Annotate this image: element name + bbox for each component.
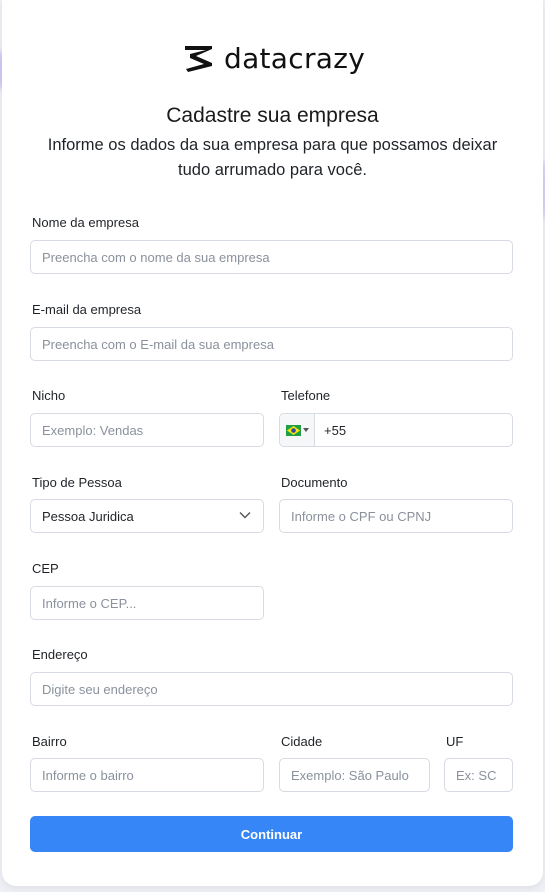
niche-label: Nicho [32, 388, 66, 403]
brand-logo: datacrazy [182, 40, 365, 76]
person-type-select[interactable]: Pessoa Juridica [30, 499, 264, 533]
signup-card: datacrazy Cadastre sua empresa Informe o… [2, 0, 543, 886]
chevron-down-icon [239, 512, 251, 519]
cep-label: CEP [32, 561, 59, 576]
city-placeholder: Exemplo: São Paulo [291, 767, 409, 783]
state-input[interactable]: Ex: SC [444, 758, 513, 792]
page-title: Cadastre sua empresa [166, 104, 379, 127]
document-input[interactable]: Informe o CPF ou CPNJ [279, 499, 513, 533]
company-name-placeholder: Preencha com o nome da sua empresa [42, 249, 270, 265]
page-subtitle: Informe os dados da sua empresa para que… [47, 136, 498, 179]
brand-name: datacrazy [224, 41, 366, 75]
continue-button[interactable]: Continuar [30, 816, 513, 852]
brazil-flag-icon [285, 424, 301, 436]
phone-input[interactable]: +55 [279, 413, 513, 447]
address-input[interactable]: Digite seu endereço [30, 672, 513, 706]
address-label: Endereço [32, 647, 88, 662]
company-name-label: Nome da empresa [32, 215, 139, 230]
cep-input[interactable]: Informe o CEP... [30, 586, 264, 620]
city-input[interactable]: Exemplo: São Paulo [279, 758, 430, 792]
address-placeholder: Digite seu endereço [42, 681, 158, 697]
document-placeholder: Informe o CPF ou CPNJ [291, 508, 432, 524]
neighborhood-input[interactable]: Informe o bairro [30, 758, 264, 792]
company-email-input[interactable]: Preencha com o E-mail da sua empresa [30, 327, 513, 361]
company-email-label: E-mail da empresa [32, 302, 142, 317]
city-label: Cidade [281, 734, 323, 749]
state-label: UF [446, 734, 464, 749]
caret-down-icon [302, 428, 309, 432]
state-placeholder: Ex: SC [456, 767, 497, 783]
phone-country-code: +55 [324, 423, 347, 438]
datacrazy-logo-icon [185, 46, 212, 72]
country-selector[interactable] [280, 414, 315, 446]
niche-placeholder: Exemplo: Vendas [42, 422, 144, 438]
person-type-value: Pessoa Juridica [42, 508, 134, 524]
company-name-input[interactable]: Preencha com o nome da sua empresa [30, 240, 513, 274]
niche-input[interactable]: Exemplo: Vendas [30, 413, 264, 447]
company-email-placeholder: Preencha com o E-mail da sua empresa [42, 336, 274, 352]
document-label: Documento [281, 475, 348, 490]
phone-label: Telefone [281, 388, 331, 403]
neighborhood-label: Bairro [32, 734, 67, 749]
neighborhood-placeholder: Informe o bairro [42, 767, 134, 783]
person-type-label: Tipo de Pessoa [32, 475, 122, 490]
cep-placeholder: Informe o CEP... [42, 595, 137, 611]
